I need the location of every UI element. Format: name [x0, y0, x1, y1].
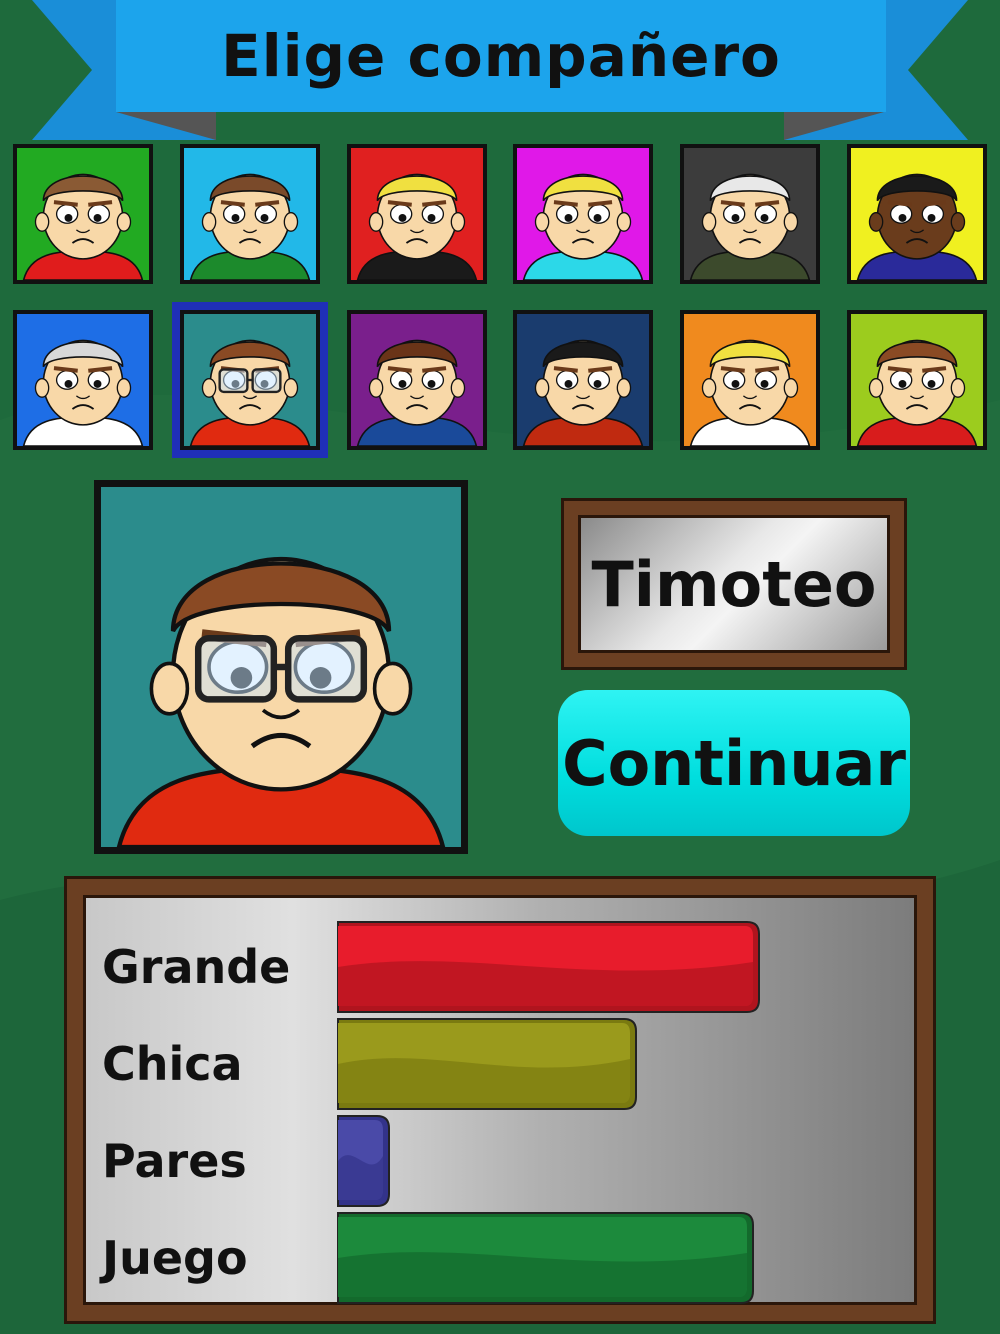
portrait-man-brown-hair-icon: [17, 148, 149, 280]
portrait-spiky-black-hair-man-icon: [517, 314, 649, 446]
stats-board: Grande Chica Pares Juego: [83, 895, 917, 1305]
stats-panel: Grande Chica Pares Juego: [64, 876, 936, 1324]
character-tile[interactable]: [680, 144, 820, 284]
portrait-old-man-mustache-icon: [684, 148, 816, 280]
portrait-blond-man-goatee-icon: [351, 148, 483, 280]
portrait-blonde-woman-icon: [517, 148, 649, 280]
portrait-bald-man-bowtie-icon: [17, 314, 149, 446]
page-title: Elige compañero: [221, 22, 781, 90]
portrait-man-smiling-icon: [184, 148, 316, 280]
portrait-blond-man-red-tie-icon: [684, 314, 816, 446]
portrait-man-glasses-icon: [184, 314, 316, 446]
stat-bar-juego: [337, 1212, 754, 1304]
stat-label: Juego: [102, 1231, 248, 1285]
character-tile[interactable]: [847, 310, 987, 450]
stat-bar-pares: [337, 1115, 390, 1207]
character-tile[interactable]: [680, 310, 820, 450]
character-tile[interactable]: [513, 144, 653, 284]
stat-label: Pares: [102, 1134, 247, 1188]
portrait-dark-skinned-man-icon: [851, 148, 983, 280]
stat-bar-chica: [337, 1018, 637, 1110]
stat-label: Grande: [102, 940, 291, 994]
stat-label: Chica: [102, 1037, 243, 1091]
portrait-brunette-woman-icon: [351, 314, 483, 446]
character-tile[interactable]: [513, 310, 653, 450]
character-name-frame: Timoteo: [561, 498, 907, 670]
selected-character-portrait: [94, 480, 468, 854]
character-tile[interactable]: [847, 144, 987, 284]
character-tile[interactable]: [13, 144, 153, 284]
character-tile[interactable]: [180, 144, 320, 284]
continue-button[interactable]: Continuar: [558, 690, 910, 836]
character-tile[interactable]: [347, 310, 487, 450]
character-tile[interactable]: [13, 310, 153, 450]
stat-bar-grande: [337, 921, 760, 1013]
portrait-man-glasses-large-icon: [101, 487, 461, 847]
portrait-king-crown-icon: [851, 314, 983, 446]
character-tile[interactable]: [347, 144, 487, 284]
character-name: Timoteo: [578, 515, 890, 653]
character-tile[interactable]: [180, 310, 320, 450]
